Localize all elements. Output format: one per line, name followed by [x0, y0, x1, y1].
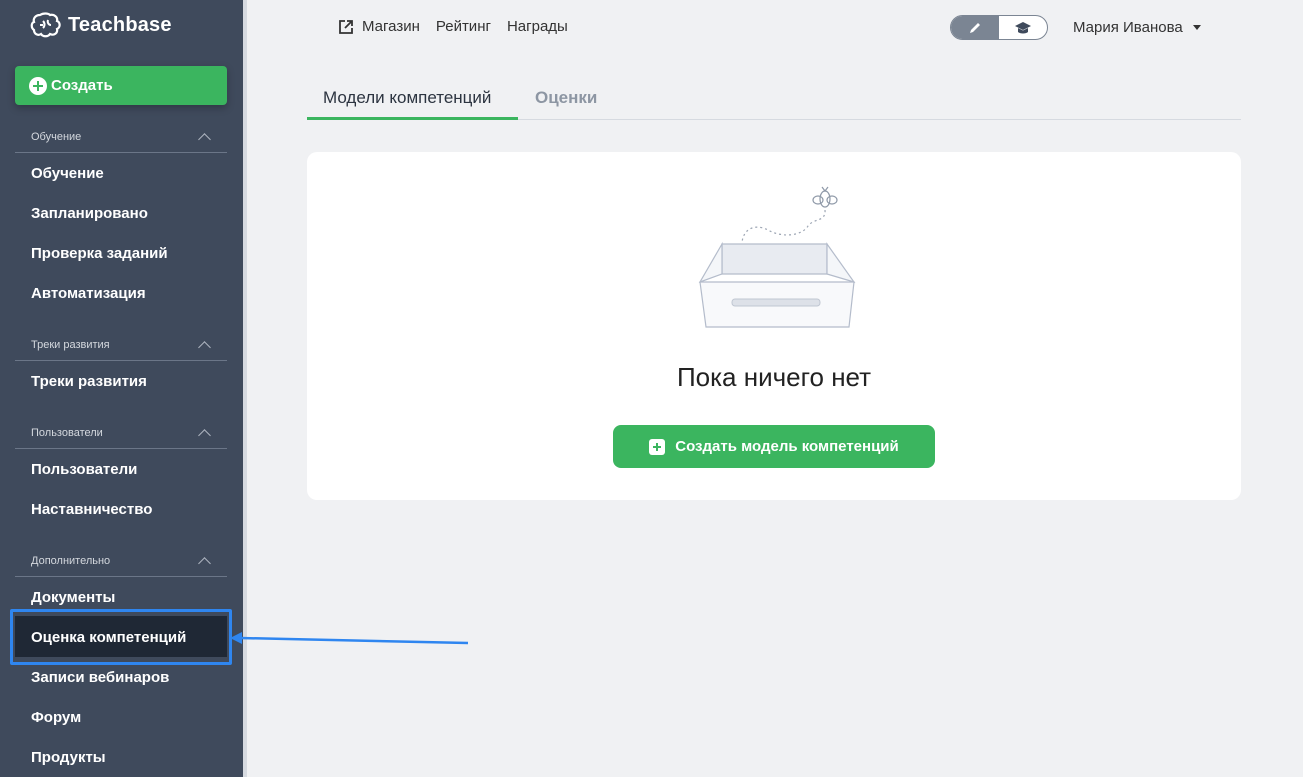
sidebar-item-products[interactable]: Продукты [31, 749, 106, 766]
tab-assessments[interactable]: Оценки [535, 88, 597, 108]
create-competency-model-label: Создать модель компетенций [675, 438, 899, 455]
nav-link-shop[interactable]: Магазин [362, 18, 420, 35]
sidebar-item-users[interactable]: Пользователи [31, 461, 137, 478]
empty-box-icon [698, 186, 856, 328]
mode-toggle [950, 15, 1048, 40]
brain-icon [30, 12, 61, 38]
empty-state-title: Пока ничего нет [676, 362, 872, 392]
sidebar-item-documents[interactable]: Документы [31, 589, 115, 606]
sidebar-item-mentoring[interactable]: Наставничество [31, 501, 152, 518]
plus-circle-icon [29, 76, 47, 95]
chevron-up-icon [198, 132, 211, 146]
top-nav: Магазин Рейтинг Награды [338, 18, 568, 35]
learn-mode-button[interactable] [999, 16, 1047, 39]
active-tab-indicator [307, 117, 518, 120]
chevron-up-icon [198, 340, 211, 354]
section-header-users[interactable]: Пользователи [15, 417, 227, 449]
tabs: Модели компетенций Оценки [307, 80, 1241, 120]
section-title: Дополнительно [31, 554, 111, 567]
sidebar-item-automation[interactable]: Автоматизация [31, 285, 146, 302]
sidebar-item-task-review[interactable]: Проверка заданий [31, 245, 168, 262]
nav-link-rating[interactable]: Рейтинг [436, 18, 491, 35]
sidebar-item-tracks[interactable]: Треки развития [31, 373, 147, 390]
external-link-icon[interactable] [338, 19, 354, 35]
pencil-icon [970, 22, 980, 33]
edit-mode-button[interactable] [951, 16, 999, 39]
sidebar-item-forum[interactable]: Форум [31, 709, 81, 726]
annotation-arrow-icon [230, 632, 469, 645]
create-button[interactable]: Создать [15, 66, 227, 105]
brand-name: Teachbase [68, 13, 172, 36]
sidebar-item-webinar-records[interactable]: Записи вебинаров [31, 669, 169, 686]
sidebar-scroll-edge [243, 0, 247, 777]
sidebar-item-scheduled[interactable]: Запланировано [31, 205, 148, 222]
highlight-box [10, 609, 232, 665]
caret-down-icon [1192, 25, 1201, 30]
create-competency-model-button[interactable]: Создать модель компетенций [613, 425, 935, 468]
create-button-label: Создать [51, 77, 113, 94]
user-name: Мария Иванова [1073, 19, 1183, 36]
graduation-cap-icon [1015, 21, 1031, 33]
chevron-up-icon [198, 556, 211, 570]
user-menu[interactable]: Мария Иванова [1073, 19, 1201, 36]
section-header-extra[interactable]: Дополнительно [15, 545, 227, 577]
section-title: Обучение [31, 130, 82, 143]
chevron-up-icon [198, 428, 211, 442]
nav-link-awards[interactable]: Награды [507, 18, 568, 35]
section-title: Пользователи [31, 426, 103, 439]
plus-square-icon [649, 438, 666, 455]
empty-state-card: Пока ничего нет Создать модель компетенц… [307, 152, 1241, 500]
sidebar-item-learning[interactable]: Обучение [31, 165, 104, 182]
section-title: Треки развития [31, 338, 110, 351]
tab-competency-models[interactable]: Модели компетенций [323, 88, 491, 108]
section-header-tracks[interactable]: Треки развития [15, 329, 227, 361]
section-header-learning[interactable]: Обучение [15, 121, 227, 153]
brand-logo[interactable]: Teachbase [30, 12, 172, 38]
